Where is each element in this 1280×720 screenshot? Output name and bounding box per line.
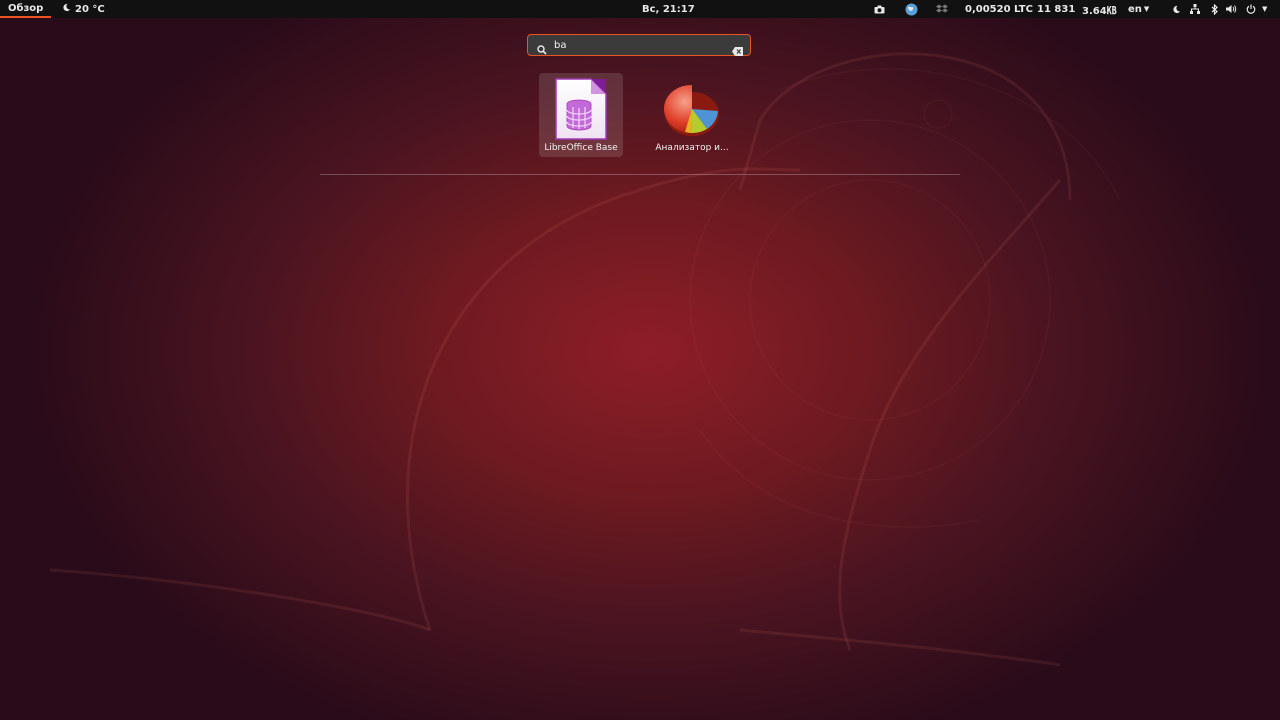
results-separator (320, 174, 960, 175)
night-mode-icon[interactable] (1169, 0, 1183, 18)
activities-button[interactable]: Обзор (0, 0, 52, 18)
power-icon[interactable] (1244, 0, 1258, 18)
search-entry[interactable] (527, 34, 751, 56)
bluetooth-icon[interactable] (1207, 0, 1221, 18)
counter-indicator[interactable]: 11 831 (1037, 0, 1075, 18)
result-label: LibreOffice Base (544, 143, 618, 153)
search-icon (537, 40, 547, 59)
wallpaper-background (49, 52, 1121, 667)
crypto-price-indicator[interactable]: 0,00520 LTC (965, 0, 1033, 18)
weather-temperature: 20 °C (75, 3, 105, 15)
network-speed-indicator[interactable]: 3.64㎅ (1082, 0, 1117, 18)
disk-usage-analyzer-icon (663, 84, 719, 136)
moon-icon (62, 3, 71, 15)
language-label: en (1128, 3, 1142, 15)
clock-date-menu[interactable]: Вс, 21:17 (642, 0, 695, 18)
chevron-down-icon: ▼ (1143, 5, 1150, 13)
weather-indicator[interactable]: 20 °C (62, 0, 105, 18)
dropbox-icon[interactable] (935, 0, 949, 18)
camera-icon[interactable] (872, 0, 886, 18)
language-selector[interactable]: en ▼ (1128, 0, 1149, 18)
globe-app-icon[interactable] (904, 0, 918, 18)
network-icon[interactable] (1188, 0, 1202, 18)
result-label: Анализатор и... (655, 143, 729, 153)
clear-icon[interactable] (732, 41, 743, 60)
top-bar: Обзор 20 °C Вс, 21:17 0,00520 LTC 11 831… (0, 0, 1280, 18)
volume-icon[interactable] (1224, 0, 1238, 18)
search-result-libreoffice-base[interactable]: LibreOffice Base (539, 73, 623, 157)
search-result-disk-usage-analyzer[interactable]: Анализатор и... (650, 73, 734, 157)
search-input[interactable] (554, 37, 724, 53)
libreoffice-base-icon (555, 78, 607, 140)
system-menu-chevron-down-icon[interactable]: ▼ (1262, 0, 1267, 18)
